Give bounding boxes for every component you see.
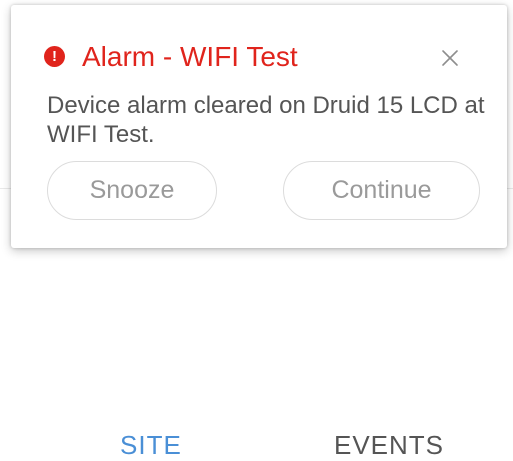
close-button[interactable] [435,43,465,73]
dialog-title: Alarm - WIFI Test [82,41,298,72]
alert-circle-icon: ! [44,46,65,67]
tab-events[interactable]: EVENTS [334,430,444,461]
tab-site[interactable]: SITE [120,430,182,461]
continue-button[interactable]: Continue [283,161,480,220]
close-icon [442,50,458,66]
snooze-button[interactable]: Snooze [47,161,217,220]
dialog-message: Device alarm cleared on Druid 15 LCD at … [47,92,485,148]
alarm-dialog: ! Alarm - WIFI Test Device alarm cleared… [11,5,507,248]
